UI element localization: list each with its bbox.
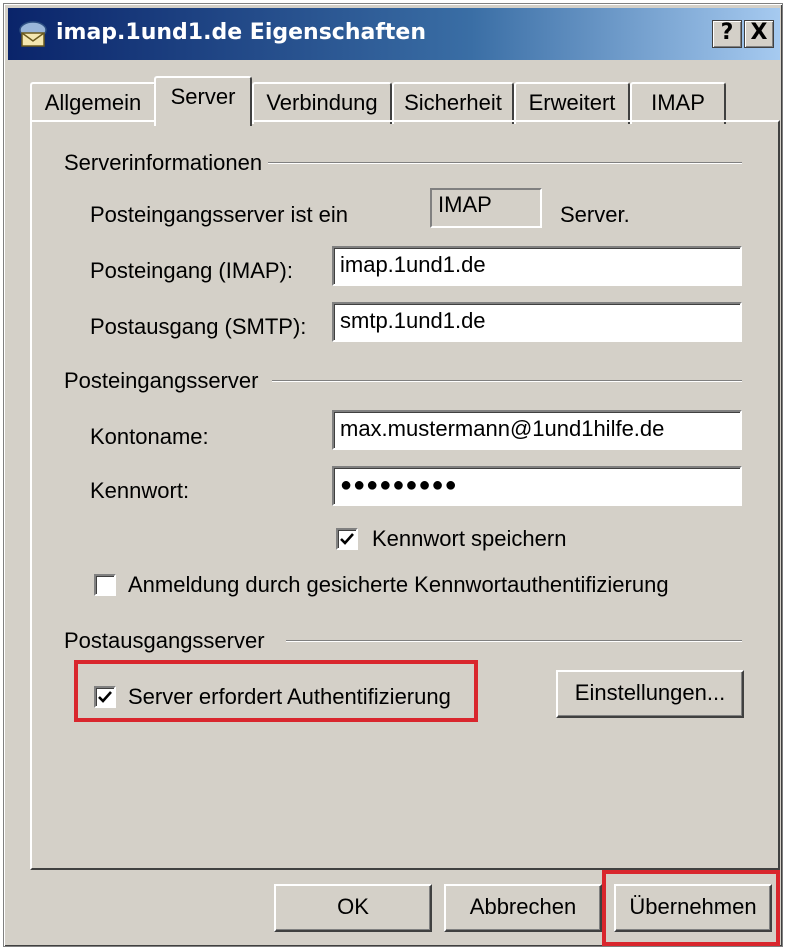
- password-input[interactable]: ●●●●●●●●●: [332, 466, 742, 506]
- account-name-label: Kontoname:: [90, 424, 209, 449]
- account-name-input[interactable]: max.mustermann@1und1hilfe.de: [332, 410, 742, 450]
- cancel-button[interactable]: Abbrechen: [444, 884, 602, 932]
- section-divider: [272, 380, 742, 382]
- ok-button[interactable]: OK: [274, 884, 432, 932]
- outgoing-server-heading: Postausgangsserver: [64, 628, 271, 654]
- help-button[interactable]: ?: [712, 20, 742, 48]
- tab-server[interactable]: Server: [154, 76, 252, 126]
- incoming-server-input[interactable]: imap.1und1.de: [332, 246, 742, 286]
- spa-checkbox[interactable]: [94, 574, 116, 596]
- mail-account-icon: [18, 20, 48, 48]
- incoming-server-heading: Posteingangsserver: [64, 368, 265, 394]
- password-label: Kennwort:: [90, 478, 190, 503]
- incoming-server-label: Posteingang (IMAP):: [90, 258, 293, 283]
- section-divider: [286, 640, 742, 642]
- section-divider: [264, 162, 742, 164]
- auth-required-label[interactable]: Server erfordert Authentifizierung: [128, 684, 451, 710]
- server-info-heading: Serverinformationen: [64, 150, 269, 176]
- tab-verbindung[interactable]: Verbindung: [252, 82, 392, 124]
- outgoing-settings-button[interactable]: Einstellungen...: [556, 670, 744, 718]
- checkmark-icon: [98, 691, 112, 703]
- checkmark-icon: [340, 533, 354, 545]
- tab-erweitert[interactable]: Erweitert: [514, 82, 630, 124]
- tab-sicherheit[interactable]: Sicherheit: [392, 82, 514, 124]
- remember-password-checkbox[interactable]: [336, 528, 358, 550]
- auth-required-checkbox[interactable]: [94, 686, 116, 708]
- window-title: imap.1und1.de Eigenschaften: [56, 20, 427, 45]
- properties-dialog: imap.1und1.de Eigenschaften ? X Allgemei…: [3, 3, 783, 947]
- outgoing-server-input[interactable]: smtp.1und1.de: [332, 302, 742, 342]
- incoming-type-suffix: Server.: [560, 202, 630, 227]
- tab-imap[interactable]: IMAP: [630, 82, 726, 124]
- close-button[interactable]: X: [744, 20, 774, 48]
- remember-password-label[interactable]: Kennwort speichern: [372, 526, 566, 552]
- outgoing-server-label: Postausgang (SMTP):: [90, 314, 307, 339]
- spa-label[interactable]: Anmeldung durch gesicherte Kennwortauthe…: [128, 572, 669, 598]
- incoming-type-value: IMAP: [430, 188, 542, 228]
- tab-allgemein[interactable]: Allgemein: [30, 82, 156, 124]
- title-bar[interactable]: imap.1und1.de Eigenschaften ? X: [8, 8, 780, 60]
- server-tab-panel: Serverinformationen Posteingangsserver i…: [30, 120, 780, 870]
- apply-button[interactable]: Übernehmen: [614, 884, 772, 932]
- incoming-type-label: Posteingangsserver ist ein: [90, 202, 349, 227]
